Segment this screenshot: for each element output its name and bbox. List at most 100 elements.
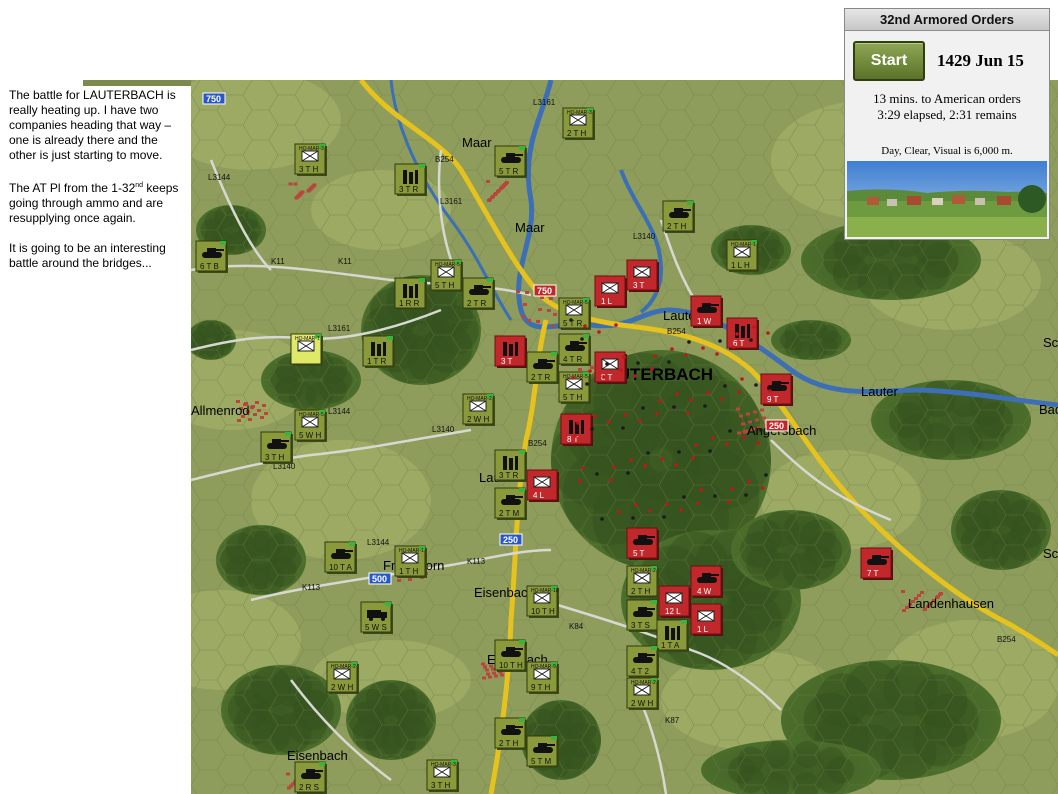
german-unit-counter[interactable]: 1 L — [690, 603, 723, 636]
german-unit-counter[interactable]: 8 T — [594, 351, 627, 384]
us-unit-counter[interactable]: 3 T H — [260, 431, 293, 464]
german-unit-counter[interactable]: 12 L — [658, 585, 691, 618]
unit-values: 1 T H — [399, 567, 418, 576]
german-unit-counter[interactable]: 9 T — [760, 373, 793, 406]
us-unit-counter[interactable]: HQ-MAR-5 5 T H — [430, 259, 463, 292]
us-unit-counter[interactable]: HQ-MAR-3 2 T H — [562, 107, 595, 140]
unit-designation: HQ-MAR-5 — [563, 300, 588, 306]
unit-values: 3 T H — [265, 453, 284, 462]
us-unit-counter[interactable]: 4 T 2 — [626, 645, 659, 678]
unit-values: 5 T R — [499, 167, 518, 176]
us-unit-counter[interactable]: HQ-MAR-2 2 T H — [626, 565, 659, 598]
us-unit-counter[interactable]: 1 T A — [656, 619, 689, 652]
german-unit-counter[interactable]: 7 T — [860, 547, 893, 580]
us-unit-counter[interactable]: HQ-MAR-3 3 T H — [294, 143, 327, 176]
road-label: K11 — [271, 257, 285, 266]
us-unit-counter[interactable]: HQ-MAR-9 9 T H — [526, 661, 559, 694]
narrative-p2-start: The AT Pl from the 1-32 — [9, 181, 136, 195]
us-unit-counter[interactable]: 5 T M — [526, 735, 559, 768]
start-button[interactable]: Start — [853, 41, 925, 81]
unit-designation: HQ-MAR-9 — [531, 664, 556, 670]
us-unit-counter[interactable]: 2 R S — [294, 761, 327, 794]
us-unit-counter[interactable]: 10 T H — [494, 639, 527, 672]
time-elapsed: 3:29 elapsed, 2:31 remains — [877, 107, 1017, 122]
us-unit-counter[interactable]: HQ-MAR-1 — [290, 333, 323, 366]
us-unit-counter[interactable]: 1 T R — [362, 335, 395, 368]
us-unit-counter[interactable]: HQ-MAR-1 1 L H — [726, 239, 759, 272]
us-unit-counter[interactable]: 6 T B — [195, 240, 228, 273]
road-label: K113 — [467, 557, 486, 566]
road-label: L3161 — [328, 324, 351, 333]
town-label: Eisenbach — [474, 585, 535, 600]
unit-values: 10 T H — [531, 607, 555, 616]
road-label: K84 — [569, 622, 584, 631]
us-unit-counter[interactable]: 10 T A — [324, 541, 357, 574]
unit-designation: HQ-MAR-2 — [331, 664, 356, 670]
us-unit-counter[interactable]: HQ-MAR-1 1 T H — [394, 545, 427, 578]
road-label: K87 — [665, 716, 680, 725]
us-unit-counter[interactable]: HQ-MAR-2 2 W H — [462, 393, 495, 426]
us-unit-counter[interactable]: HQ-MAR-2 2 W H — [626, 677, 659, 710]
us-unit-counter[interactable]: 1 R R — [394, 277, 427, 310]
german-unit-counter[interactable]: 5 T — [626, 527, 659, 560]
us-unit-counter[interactable]: HQ-MAR-5 5 T H — [558, 371, 591, 404]
unit-values: 4 T R — [563, 355, 582, 364]
unit-designation: HQ-MAR-3 — [431, 762, 456, 768]
unit-values: 5 T — [633, 549, 645, 558]
us-unit-counter[interactable]: 2 T M — [494, 487, 527, 520]
us-unit-counter[interactable]: 2 T R — [526, 351, 559, 384]
svg-text:750: 750 — [206, 94, 221, 104]
german-unit-counter[interactable]: 1 W — [690, 295, 723, 328]
us-unit-counter[interactable]: HQ-MAR-10 10 T H — [526, 585, 559, 618]
us-unit-counter[interactable]: 3 T R — [394, 163, 427, 196]
unit-values: 3 T H — [431, 781, 450, 790]
german-unit-counter[interactable]: 3 T — [626, 259, 659, 292]
us-unit-counter[interactable]: 4 T R — [558, 333, 591, 366]
us-unit-counter[interactable]: 5 T R — [494, 145, 527, 178]
unit-values: 2 W H — [331, 683, 353, 692]
us-unit-counter[interactable]: HQ-MAR-3 3 T H — [426, 759, 459, 792]
german-unit-counter[interactable]: 4 L — [526, 469, 559, 502]
german-unit-counter[interactable]: 6 T — [726, 317, 759, 350]
german-unit-counter[interactable]: 1 L — [594, 275, 627, 308]
unit-values: 2 T H — [499, 739, 518, 748]
unit-designation: HQ-MAR-1 — [399, 548, 424, 554]
us-unit-counter[interactable]: 3 T S — [626, 599, 659, 632]
us-unit-counter[interactable]: HQ-MAR-5 5 W H — [294, 409, 327, 442]
unit-designation: HQ-MAR-5 — [299, 412, 324, 418]
road-label: B254 — [435, 155, 454, 164]
us-unit-counter[interactable]: 2 T H — [494, 717, 527, 750]
distance-marker: 750 — [202, 92, 226, 105]
orders-panel: 32nd Armored Orders Start 1429 Jun 15 13… — [844, 8, 1050, 240]
unit-values: 10 T H — [499, 661, 523, 670]
german-unit-counter[interactable]: 8 T — [560, 413, 593, 446]
unit-values: 5 W H — [299, 431, 321, 440]
road-label: L3144 — [367, 538, 390, 547]
unit-values: 1 W — [697, 317, 712, 326]
road-label: K11 — [338, 257, 352, 266]
svg-text:250: 250 — [503, 535, 518, 545]
unit-values: 1 T A — [661, 641, 680, 650]
unit-designation: HQ-MAR-2 — [631, 680, 656, 686]
unit-designation: HQ-MAR-3 — [299, 146, 324, 152]
town-label: Landenhausen — [908, 596, 994, 611]
unit-designation: HQ-MAR-2 — [631, 568, 656, 574]
us-unit-counter[interactable]: 2 T R — [462, 277, 495, 310]
road-label: L3140 — [432, 425, 455, 434]
road-label: L3161 — [533, 98, 556, 107]
narrative-panel: The battle for LAUTERBACH is really heat… — [9, 88, 185, 286]
german-unit-counter[interactable]: 3 T — [494, 335, 527, 368]
distance-marker: 500 — [368, 572, 392, 585]
narrative-p2-sup: nd — [135, 182, 144, 189]
unit-values: 5 W S — [365, 623, 387, 632]
unit-values: 3 T R — [499, 471, 518, 480]
us-unit-counter[interactable]: HQ-MAR-2 2 W H — [326, 661, 359, 694]
town-label: Maar — [515, 220, 545, 235]
us-unit-counter[interactable]: 5 W S — [360, 601, 393, 634]
us-unit-counter[interactable]: 3 T R — [494, 449, 527, 482]
unit-designation: HQ-MAR-3 — [567, 110, 592, 116]
us-unit-counter[interactable]: 2 T H — [662, 200, 695, 233]
town-label: Allmenrod — [191, 403, 250, 418]
unit-designation: HQ-MAR-2 — [467, 396, 492, 402]
german-unit-counter[interactable]: 4 W — [690, 565, 723, 598]
